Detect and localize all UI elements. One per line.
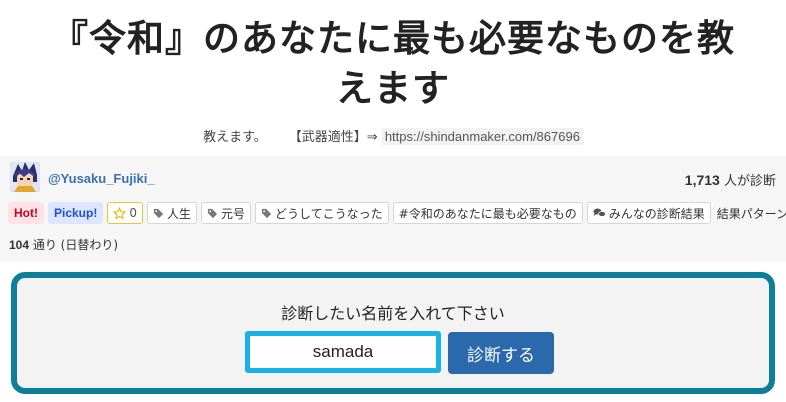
result-patterns: 104 通り (日替わり) <box>9 236 118 253</box>
results-link[interactable]: みんなの診断結果 <box>586 202 711 224</box>
results-link-label: みんなの診断結果 <box>608 206 705 221</box>
patterns-count: 104 <box>9 238 30 252</box>
tag-doushite[interactable]: どうしてこうなった <box>255 202 389 224</box>
tag-icon <box>261 208 272 218</box>
name-input[interactable] <box>245 331 441 373</box>
page-title-line-1: 『令和』のあなたに最も必要なものを教 <box>51 17 735 60</box>
tag-icon <box>207 208 218 218</box>
tag-label: 人生 <box>166 206 191 221</box>
patterns-suffix: 通り (日替わり) <box>32 238 119 252</box>
star-icon <box>113 206 127 219</box>
description: 教えます。 【武器適性】⇒ https://shindanmaker.com/86… <box>0 126 786 145</box>
description-text: 教えます。 <box>203 130 267 145</box>
avatar-image-icon <box>10 162 40 192</box>
tag-list: Hot! Pickup! 0 人生 元号 どうしてこうなった #令和のあなたに最… <box>8 202 786 224</box>
page-title: 『令和』のあなたに最も必要なものを教 えます <box>0 14 786 114</box>
tag-icon <box>153 208 164 218</box>
author-handle[interactable]: @Yusaku_Fujiki_ <box>48 171 155 186</box>
hot-badge[interactable]: Hot! <box>8 202 44 224</box>
diagnosis-count-suffix: 人が診断 <box>723 174 776 189</box>
tag-label: 元号 <box>221 206 246 221</box>
comments-icon <box>593 208 606 217</box>
tag-gengou[interactable]: 元号 <box>201 202 252 224</box>
form-prompt: 診断したい名前を入れて下さい <box>281 304 505 323</box>
diagnosis-count: 1,713 人が診断 <box>685 170 776 189</box>
tag-label: どうしてこうなった <box>275 206 383 221</box>
description-url[interactable]: https://shindanmaker.com/867696 <box>381 128 583 145</box>
pickup-badge[interactable]: Pickup! <box>48 202 104 224</box>
patterns-link[interactable]: 結果パターン <box>715 202 786 224</box>
info-box: @Yusaku_Fujiki_ 1,713 人が診断 Hot! Pickup! … <box>0 156 786 262</box>
diagnosis-count-number: 1,713 <box>684 172 720 188</box>
tag-jinsei[interactable]: 人生 <box>146 202 197 224</box>
author-avatar[interactable] <box>10 162 40 192</box>
favorite-count: 0 <box>129 206 137 220</box>
description-bracket: 【武器適性】⇒ <box>288 130 378 145</box>
diagnosis-form: 診断したい名前を入れて下さい 診断する <box>11 272 775 394</box>
favorite-button[interactable]: 0 <box>107 202 143 224</box>
page-title-line-2: えます <box>336 67 450 110</box>
hashtag-link[interactable]: #令和のあなたに最も必要なもの <box>392 202 583 224</box>
diagnose-button[interactable]: 診断する <box>448 332 554 374</box>
